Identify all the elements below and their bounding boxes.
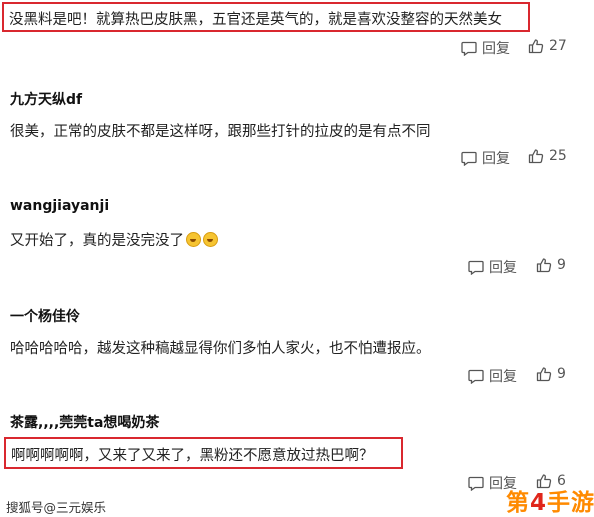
like-count: 25 <box>549 148 567 164</box>
reply-icon <box>468 260 484 275</box>
thumbs-up-icon <box>528 39 544 54</box>
reply-icon <box>468 476 484 491</box>
thumbs-up-icon <box>528 149 544 164</box>
reply-icon <box>468 369 484 384</box>
comment-3-text-row: 又开始了，真的是没完没了 <box>10 229 218 250</box>
laughing-crying-emoji-icon <box>186 232 201 247</box>
comment-5-text: 啊啊啊啊啊，又来了又来了，黑粉还不愿意放过热巴啊？ <box>11 448 374 464</box>
watermark-logo: 第4手游 <box>506 483 594 517</box>
comment-4-text: 哈哈哈哈哈，越发这种稿越显得你们多怕人家火，也不怕遭报应。 <box>10 341 431 357</box>
thumbs-up-icon <box>536 258 552 273</box>
comment-3-username[interactable]: wangjiayanji <box>10 198 109 214</box>
comment-4-reply-button[interactable]: 回复 <box>468 366 517 386</box>
laughing-crying-emoji-icon <box>203 232 218 247</box>
comment-2-text: 很美，正常的皮肤不都是这样呀，跟那些打针的拉皮的是有点不同 <box>10 124 431 140</box>
comment-1-text: 没黑料是吧！就算热巴皮肤黑，五官还是英气的，就是喜欢没整容的天然美女 <box>9 12 502 28</box>
logo-text-number: 4 <box>530 490 548 516</box>
source-attribution: 搜狐号@三元娱乐 <box>6 500 107 515</box>
comment-2-username[interactable]: 九方天纵df <box>10 89 82 109</box>
comment-3-reply-button[interactable]: 回复 <box>468 257 517 277</box>
comment-2-like-button[interactable]: 25 <box>528 148 567 164</box>
comment-5-username[interactable]: 茶露,,,,莞莞ta想喝奶茶 <box>10 412 159 432</box>
reply-label: 回复 <box>489 260 517 276</box>
logo-text-suffix: 手游 <box>547 490 594 516</box>
comment-3-text: 又开始了，真的是没完没了 <box>10 233 184 249</box>
comment-1-like-button[interactable]: 27 <box>528 38 567 54</box>
reply-label: 回复 <box>482 151 510 167</box>
reply-icon <box>461 151 477 166</box>
comment-4-username[interactable]: 一个杨佳伶 <box>10 306 80 326</box>
like-count: 27 <box>549 38 567 54</box>
reply-label: 回复 <box>489 369 517 385</box>
comment-4-like-button[interactable]: 9 <box>536 366 566 382</box>
comment-1-reply-button[interactable]: 回复 <box>461 38 510 58</box>
comment-2-reply-button[interactable]: 回复 <box>461 148 510 168</box>
like-count: 9 <box>557 257 566 273</box>
reply-label: 回复 <box>482 41 510 57</box>
comment-3-like-button[interactable]: 9 <box>536 257 566 273</box>
like-count: 9 <box>557 366 566 382</box>
logo-text-prefix: 第 <box>506 490 530 516</box>
reply-icon <box>461 41 477 56</box>
thumbs-up-icon <box>536 367 552 382</box>
